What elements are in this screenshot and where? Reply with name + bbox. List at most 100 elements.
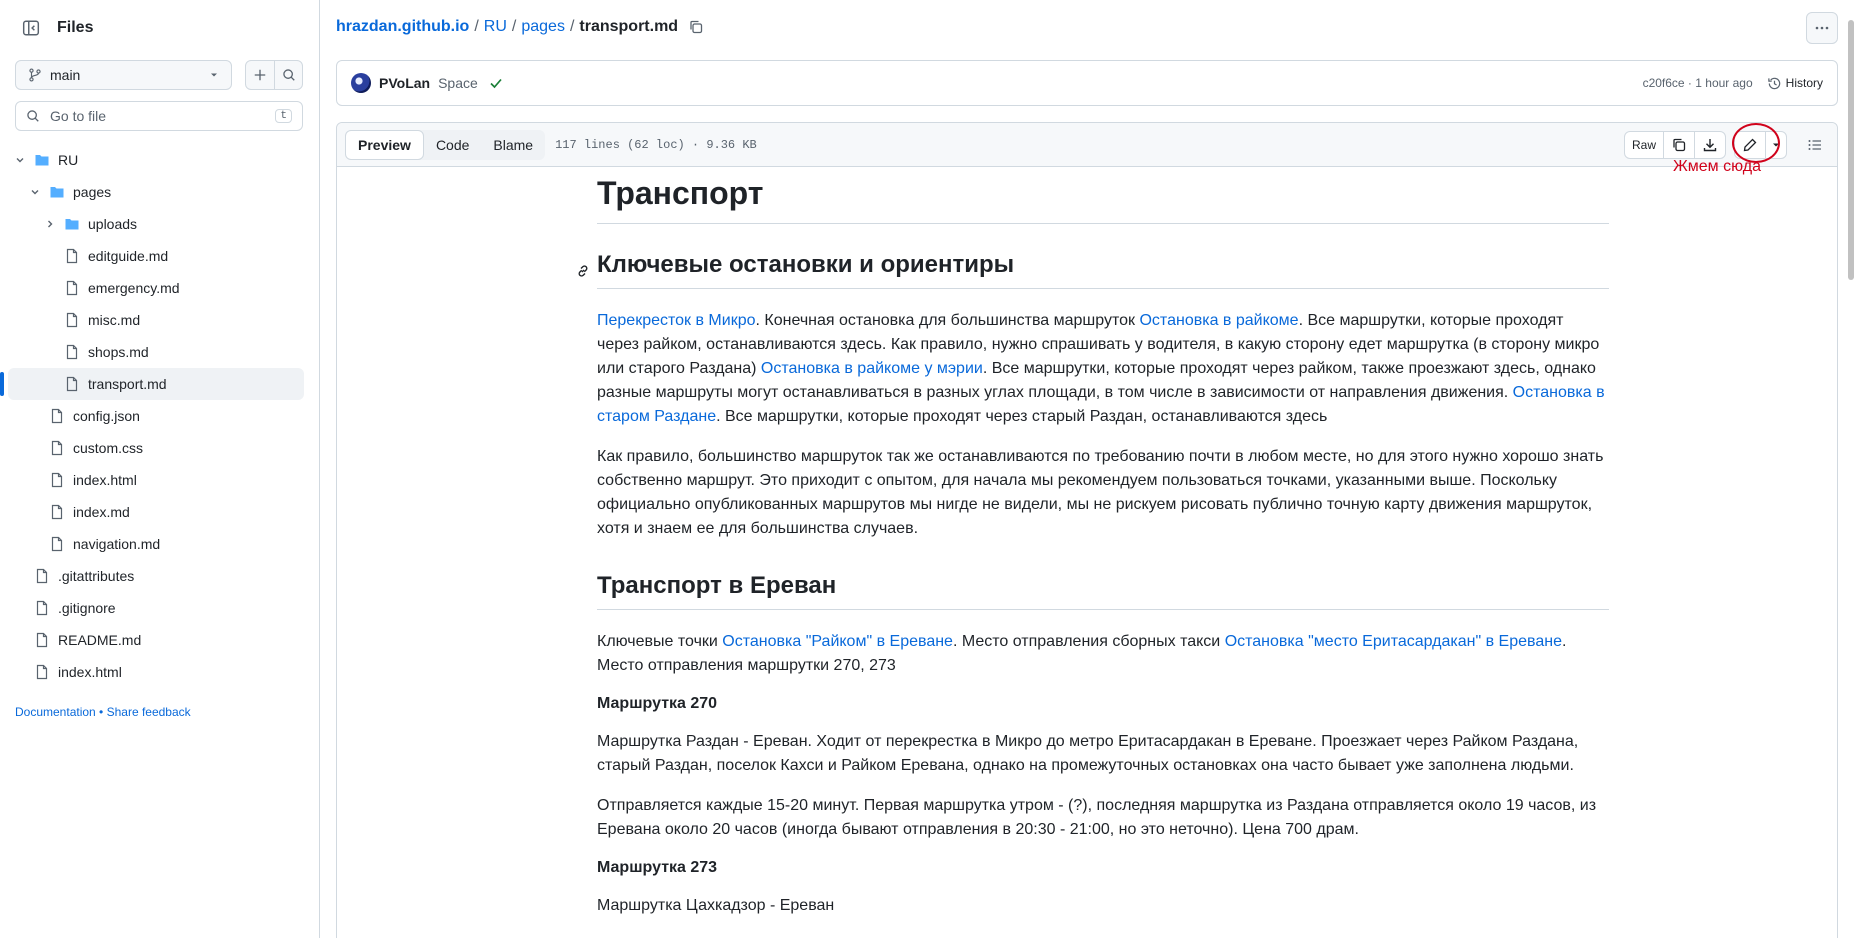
tree-item[interactable]: pages [8, 176, 304, 208]
check-icon [490, 78, 502, 89]
go-to-file-placeholder: Go to file [50, 108, 107, 124]
tree-item-label: transport.md [88, 376, 167, 392]
history-button[interactable]: History [1767, 76, 1823, 91]
breadcrumb-ru-link[interactable]: RU [484, 18, 507, 36]
tree-item-label: shops.md [88, 344, 149, 360]
file-icon [64, 344, 80, 360]
inline-text: . Конечная остановка для большинства мар… [755, 312, 1140, 329]
tree-item[interactable]: .gitattributes [8, 560, 304, 592]
tree-item-label: emergency.md [88, 280, 180, 296]
commit-hash-link[interactable]: c20f6ce [1643, 76, 1685, 90]
tree-item-label: custom.css [73, 440, 144, 456]
tree-item[interactable]: RU [8, 144, 304, 176]
avatar[interactable] [351, 73, 371, 93]
tree-item[interactable]: editguide.md [8, 240, 304, 272]
tree-item[interactable]: .gitignore [8, 592, 304, 624]
tree-item-label: .gitattributes [58, 568, 135, 584]
pencil-icon [1743, 138, 1757, 151]
share-feedback-link[interactable]: Share feedback [107, 705, 191, 719]
branch-selector[interactable]: main [15, 60, 232, 90]
inline-link[interactable]: Остановка "место Еритасардакан" в Ереван… [1225, 633, 1562, 650]
tree-item-label: README.md [58, 632, 142, 648]
inline-link[interactable]: Перекресток в Микро [597, 312, 756, 329]
file-header: Preview Code Blame 117 lines (62 loc) · … [337, 122, 1837, 167]
chevron-down-icon [12, 154, 28, 166]
file-info: 117 lines (62 loc) · 9.36 KB [555, 137, 757, 152]
tree-item-label: index.html [73, 472, 137, 488]
inline-link[interactable]: Остановка в райкоме у мэрии [761, 360, 983, 377]
raw-button[interactable]: Raw [1625, 132, 1663, 158]
tree-item[interactable]: config.json [8, 400, 304, 432]
sidebar-header: Files [15, 12, 93, 44]
tab-preview[interactable]: Preview [345, 129, 424, 160]
page-scrollbar[interactable] [1848, 20, 1854, 280]
tree-item[interactable]: emergency.md [8, 272, 304, 304]
latest-commit-bar: PVoLan Space c20f6ce · 1 hour ago Histor… [336, 60, 1838, 106]
commit-message-link[interactable]: Space [438, 75, 478, 91]
tree-item[interactable]: misc.md [8, 304, 304, 336]
file-icon [49, 536, 65, 552]
go-to-file-input[interactable]: Go to file t [15, 101, 303, 131]
inline-link[interactable]: Остановка в райкоме [1139, 312, 1298, 329]
breadcrumb-separator: / [511, 18, 517, 35]
keyboard-shortcut-hint: t [275, 109, 292, 123]
view-mode-tabs: Preview Code Blame [345, 129, 546, 160]
plus-icon [254, 69, 266, 81]
file-icon [49, 504, 65, 520]
file-icon [34, 632, 50, 648]
sidebar-title: Files [57, 19, 94, 36]
copy-icon [1673, 138, 1686, 151]
more-options-button[interactable] [1806, 12, 1838, 44]
heading-anchor-link[interactable] [575, 257, 591, 287]
subsection-heading: Маршрутка 273 [597, 859, 718, 876]
copy-raw-button[interactable] [1663, 131, 1694, 158]
copy-path-button[interactable] [688, 19, 704, 35]
caret-down-icon [211, 73, 217, 77]
tab-blame[interactable]: Blame [481, 130, 545, 160]
tree-item[interactable]: custom.css [8, 432, 304, 464]
raw-copy-download-group: Raw [1623, 130, 1726, 159]
tree-item-label: RU [58, 152, 79, 168]
file-content-box: Preview Code Blame 117 lines (62 loc) · … [336, 122, 1838, 938]
chevron-down-icon [27, 186, 43, 198]
tree-item[interactable]: index.html [8, 656, 304, 688]
download-raw-button[interactable] [1694, 131, 1725, 158]
collapse-sidebar-button[interactable] [15, 12, 47, 44]
folder-open-icon [34, 152, 50, 168]
kebab-horizontal-icon [1815, 26, 1829, 30]
tree-item-label: uploads [88, 216, 138, 232]
edit-file-button[interactable] [1735, 132, 1765, 158]
documentation-link[interactable]: Documentation [15, 705, 96, 719]
breadcrumb-repo-link[interactable]: hrazdan.github.io [336, 18, 469, 36]
tree-item-label: index.html [58, 664, 122, 680]
sidebar-footer: Documentation • Share feedback [15, 705, 191, 719]
breadcrumb-separator: / [474, 18, 479, 35]
sidebar-action-group [245, 60, 303, 90]
tree-item[interactable]: uploads [8, 208, 304, 240]
edit-dropdown-button[interactable] [1765, 131, 1786, 158]
tree-item[interactable]: shops.md [8, 336, 304, 368]
file-tree-sidebar: Files main Go to file t RU pages uploads ed… [0, 0, 320, 938]
tree-item[interactable]: index.html [8, 464, 304, 496]
add-file-button[interactable] [246, 61, 274, 89]
tree-item[interactable]: navigation.md [8, 528, 304, 560]
file-toolbar: Raw [1623, 122, 1829, 163]
tree-item[interactable]: README.md [8, 624, 304, 656]
outline-button[interactable] [1801, 131, 1829, 159]
search-files-button[interactable] [274, 61, 302, 89]
search-icon [282, 69, 295, 81]
breadcrumb-separator: / [569, 18, 575, 35]
inline-text: . Все маршрутки, которые проходят через … [716, 408, 1328, 425]
tree-item[interactable]: transport.md [0, 368, 304, 400]
file-icon [64, 312, 80, 328]
link-icon [578, 265, 588, 277]
paragraph: Перекресток в Микро. Конечная остановка … [597, 309, 1609, 429]
markdown-preview: Транспорт Ключевые остановки и ориентиры… [578, 173, 1609, 934]
inline-link[interactable]: Остановка "Райком" в Ереване [722, 633, 953, 650]
commit-author-link[interactable]: PVoLan [379, 75, 430, 91]
tree-item-label: pages [73, 184, 112, 200]
tab-code[interactable]: Code [424, 130, 481, 160]
tree-item[interactable]: index.md [8, 496, 304, 528]
breadcrumb-pages-link[interactable]: pages [521, 18, 565, 36]
file-icon [34, 568, 50, 584]
